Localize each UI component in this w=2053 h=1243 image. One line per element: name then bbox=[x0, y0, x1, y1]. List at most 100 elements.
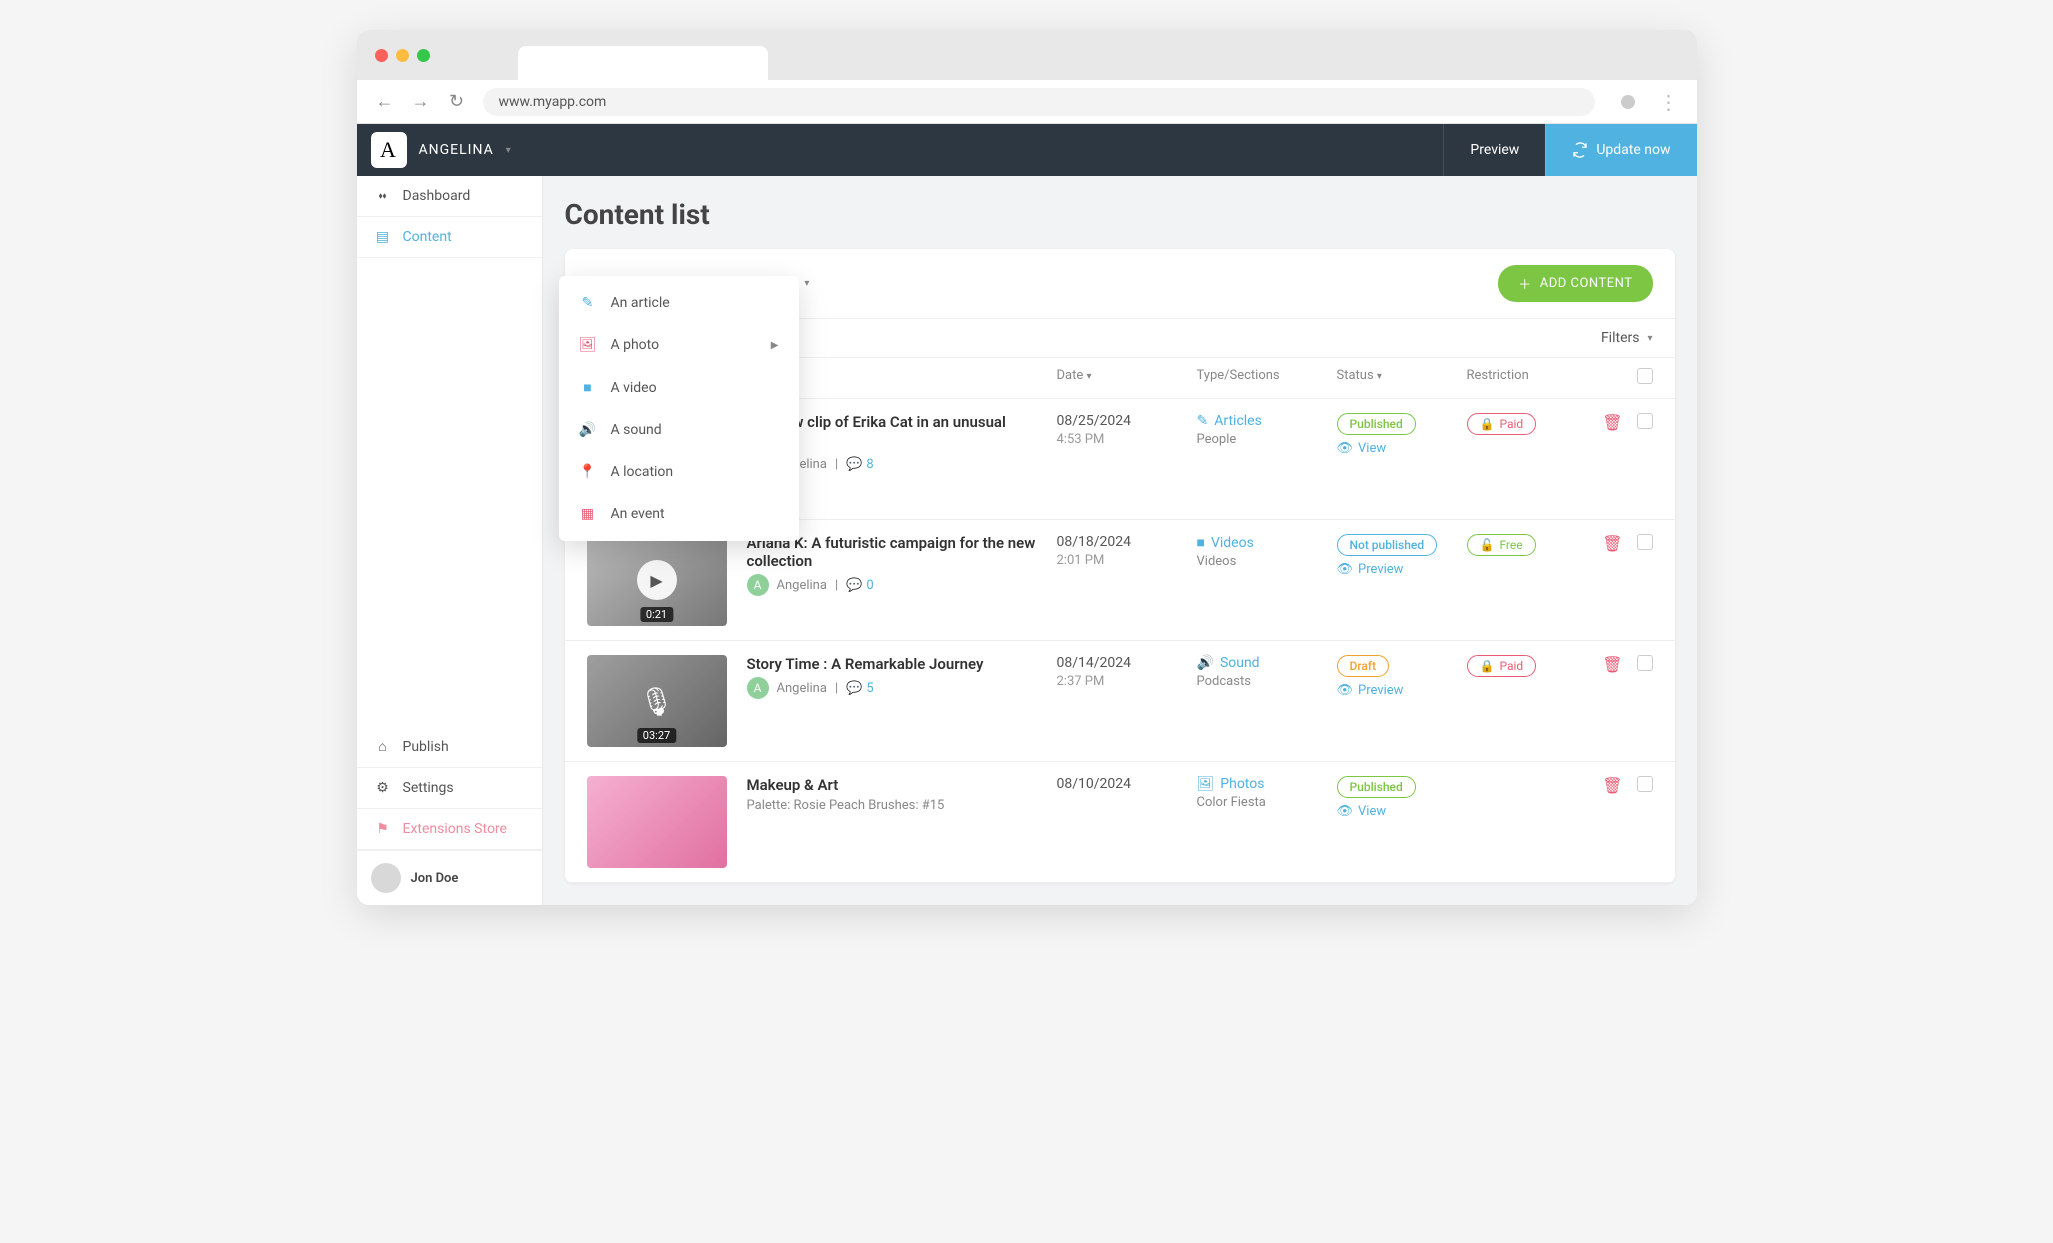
type-icon: ✎ bbox=[1197, 413, 1209, 429]
type-icon: ■ bbox=[579, 379, 597, 396]
back-icon[interactable]: ← bbox=[375, 91, 395, 112]
row-title[interactable]: Makeup & Art bbox=[747, 776, 1041, 794]
gear-icon: ⚙ bbox=[375, 780, 391, 796]
add-content-button[interactable]: ＋ADD CONTENT bbox=[1498, 265, 1652, 302]
row-checkbox[interactable] bbox=[1637, 534, 1653, 550]
type-icon: 📍 bbox=[579, 464, 597, 480]
type-icon: 🖼 bbox=[1197, 776, 1215, 792]
thumbnail[interactable]: 🎙03:27 bbox=[587, 655, 727, 747]
table-row: 🎙03:27 Story Time : A Remarkable Journey… bbox=[565, 641, 1675, 762]
type-icon: 🔊 bbox=[579, 422, 597, 438]
address-bar[interactable]: www.myapp.com bbox=[483, 88, 1595, 116]
sidebar-item-settings[interactable]: ⚙Settings bbox=[357, 768, 542, 809]
date-cell: 08/14/20242:37 PM bbox=[1057, 655, 1197, 689]
dropdown-item[interactable]: ✎An article bbox=[559, 282, 799, 324]
chevron-right-icon: ▶ bbox=[771, 340, 779, 351]
dropdown-item[interactable]: 🖼A photo▶ bbox=[559, 324, 799, 366]
restriction-badge: 🔒Paid bbox=[1467, 413, 1537, 435]
play-icon: ▶ bbox=[637, 560, 677, 600]
type-link[interactable]: ✎Articles bbox=[1197, 413, 1337, 429]
status-action-link[interactable]: 👁Preview bbox=[1337, 683, 1467, 698]
profile-dot-icon[interactable] bbox=[1621, 95, 1635, 109]
kebab-icon[interactable]: ⋮ bbox=[1659, 90, 1679, 114]
close-icon[interactable] bbox=[375, 49, 388, 62]
row-title[interactable]: Story Time : A Remarkable Journey bbox=[747, 655, 1041, 673]
status-action-link[interactable]: 👁Preview bbox=[1337, 562, 1467, 577]
maximize-icon[interactable] bbox=[417, 49, 430, 62]
col-status[interactable]: Status ▾ bbox=[1337, 368, 1467, 388]
browser-tab[interactable] bbox=[518, 46, 768, 80]
address-row: ← → ↻ www.myapp.com ⋮ bbox=[357, 80, 1697, 124]
author-avatar-icon: A bbox=[747, 677, 769, 699]
dropdown-item[interactable]: ▦An event bbox=[559, 493, 799, 535]
browser-chrome: ← → ↻ www.myapp.com ⋮ bbox=[357, 30, 1697, 124]
status-badge: Published bbox=[1337, 413, 1416, 435]
row-checkbox[interactable] bbox=[1637, 413, 1653, 429]
comment-count[interactable]: 💬0 bbox=[846, 578, 874, 593]
dropdown-item[interactable]: 🔊A sound bbox=[559, 409, 799, 451]
comment-count[interactable]: 💬5 bbox=[846, 681, 874, 696]
col-restriction: Restriction bbox=[1467, 368, 1577, 388]
user-profile[interactable]: Jon Doe bbox=[357, 850, 542, 905]
select-all-checkbox[interactable] bbox=[1637, 368, 1653, 384]
section-label: Color Fiesta bbox=[1197, 795, 1337, 810]
trash-icon[interactable]: 🗑 bbox=[1602, 655, 1622, 674]
sidebar-item-dashboard[interactable]: ⬪⬪Dashboard bbox=[357, 176, 542, 217]
type-link[interactable]: 🔊Sound bbox=[1197, 655, 1337, 671]
status-action-link[interactable]: 👁View bbox=[1337, 804, 1467, 819]
thumbnail[interactable]: ▶ 0:21 bbox=[587, 534, 727, 626]
forward-icon[interactable]: → bbox=[411, 91, 431, 112]
chevron-down-icon: ▾ bbox=[506, 145, 512, 156]
row-checkbox[interactable] bbox=[1637, 776, 1653, 792]
thumbnail[interactable] bbox=[587, 776, 727, 868]
table-row: Makeup & Art Palette: Rosie Peach Brushe… bbox=[565, 762, 1675, 883]
topbar: A ANGELINA ▾ Preview Update now bbox=[357, 124, 1697, 176]
body: ⬪⬪Dashboard ▤Content ⌂Publish ⚙Settings … bbox=[357, 176, 1697, 905]
comment-count[interactable]: 💬8 bbox=[846, 457, 874, 472]
sidebar-item-extensions[interactable]: ⚑Extensions Store bbox=[357, 809, 542, 850]
comment-icon: 💬 bbox=[846, 457, 862, 472]
bar-chart-icon: ⬪⬪ bbox=[375, 188, 391, 204]
plus-icon: ＋ bbox=[1518, 274, 1532, 293]
restriction-badge: 🔓Free bbox=[1467, 534, 1536, 556]
date-cell: 08/25/20244:53 PM bbox=[1057, 413, 1197, 447]
type-link[interactable]: ■Videos bbox=[1197, 534, 1337, 551]
col-type: Type/Sections bbox=[1197, 368, 1337, 388]
trash-icon[interactable]: 🗑 bbox=[1602, 413, 1622, 432]
trash-icon[interactable]: 🗑 bbox=[1602, 534, 1622, 553]
store-icon: ⌂ bbox=[375, 738, 391, 755]
eye-icon: 👁 bbox=[1337, 562, 1354, 577]
url-text: www.myapp.com bbox=[499, 94, 607, 110]
app-window: ← → ↻ www.myapp.com ⋮ A ANGELINA ▾ Previ… bbox=[357, 30, 1697, 905]
lock-icon: 🔒 bbox=[1480, 659, 1495, 673]
preview-button[interactable]: Preview bbox=[1443, 124, 1545, 176]
dropdown-item[interactable]: 📍A location bbox=[559, 451, 799, 493]
sidebar-item-content[interactable]: ▤Content bbox=[357, 217, 542, 258]
type-link[interactable]: 🖼Photos bbox=[1197, 776, 1337, 792]
col-date[interactable]: Date ▾ bbox=[1057, 368, 1197, 388]
reload-icon[interactable]: ↻ bbox=[447, 91, 467, 112]
duration-badge: 0:21 bbox=[640, 607, 673, 622]
minimize-icon[interactable] bbox=[396, 49, 409, 62]
sort-icon: ▾ bbox=[1377, 371, 1382, 382]
content-type-dropdown: ✎An article🖼A photo▶■A video🔊A sound📍A l… bbox=[559, 276, 799, 541]
status-action-link[interactable]: 👁View bbox=[1337, 441, 1467, 456]
brand-switcher[interactable]: A ANGELINA ▾ bbox=[357, 132, 526, 168]
filters-button[interactable]: Filters▾ bbox=[1601, 330, 1653, 346]
eye-icon: 👁 bbox=[1337, 683, 1354, 698]
comment-icon: 💬 bbox=[846, 578, 862, 593]
sidebar: ⬪⬪Dashboard ▤Content ⌂Publish ⚙Settings … bbox=[357, 176, 543, 905]
chevron-down-icon: ▾ bbox=[1647, 333, 1652, 344]
sidebar-item-publish[interactable]: ⌂Publish bbox=[357, 726, 542, 768]
section-label: Podcasts bbox=[1197, 674, 1337, 689]
byline: AAngelina|💬0 bbox=[747, 574, 1041, 596]
lock-icon: 🔒 bbox=[1480, 417, 1495, 431]
user-name: Jon Doe bbox=[411, 871, 459, 886]
row-checkbox[interactable] bbox=[1637, 655, 1653, 671]
update-now-button[interactable]: Update now bbox=[1545, 124, 1696, 176]
trash-icon[interactable]: 🗑 bbox=[1602, 776, 1622, 795]
section-label: Videos bbox=[1197, 554, 1337, 569]
eye-icon: 👁 bbox=[1337, 441, 1354, 456]
dropdown-item[interactable]: ■A video bbox=[559, 366, 799, 409]
flag-icon: ⚑ bbox=[375, 821, 391, 837]
